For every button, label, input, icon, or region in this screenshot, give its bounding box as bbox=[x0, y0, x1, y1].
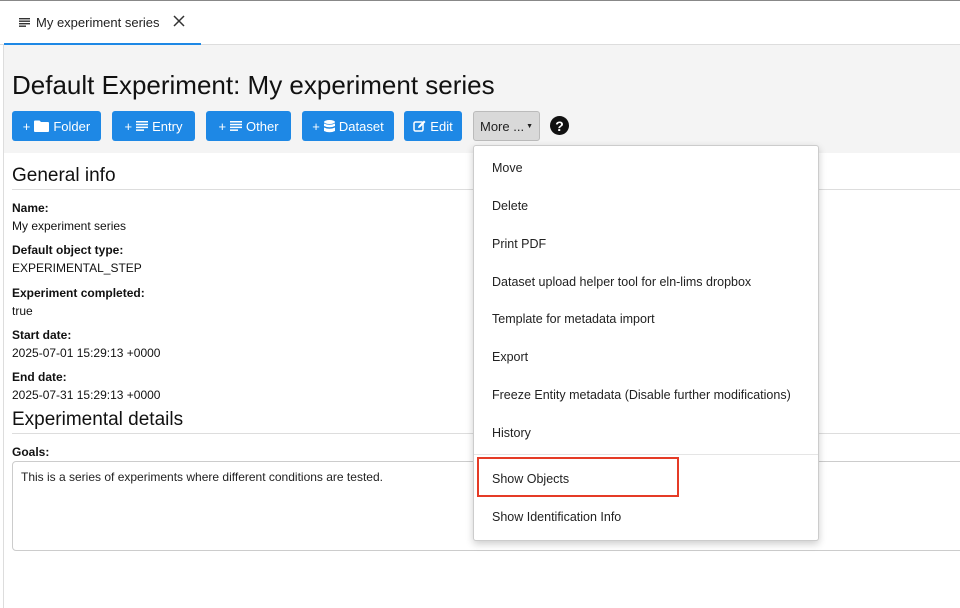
general-info-title: General info bbox=[12, 165, 116, 186]
more-dropdown-button[interactable]: More ... ▼ bbox=[473, 111, 540, 141]
edit-button[interactable]: Edit bbox=[404, 111, 462, 141]
add-entry-button[interactable]: + Entry bbox=[112, 111, 195, 141]
list-icon bbox=[136, 121, 149, 131]
menu-item-dataset-upload-helper[interactable]: Dataset upload helper tool for eln-lims … bbox=[492, 275, 751, 289]
menu-item-delete[interactable]: Delete bbox=[492, 199, 528, 213]
default-object-type-value: EXPERIMENTAL_STEP bbox=[12, 261, 142, 275]
more-button-label: More ... bbox=[479, 118, 525, 134]
menu-item-template-metadata-import[interactable]: Template for metadata import bbox=[492, 312, 655, 326]
menu-item-export[interactable]: Export bbox=[492, 350, 528, 364]
list-icon bbox=[19, 18, 30, 27]
plus-icon: + bbox=[218, 118, 227, 134]
end-date-label: End date: bbox=[12, 370, 67, 384]
menu-divider bbox=[474, 454, 818, 455]
entry-button-label: Entry bbox=[152, 118, 183, 134]
list-icon bbox=[230, 121, 243, 131]
experiment-completed-value: true bbox=[12, 304, 33, 318]
default-object-type-label: Default object type: bbox=[12, 243, 124, 257]
plus-icon: + bbox=[312, 118, 320, 134]
tab-label: My experiment series bbox=[36, 15, 160, 30]
plus-icon: + bbox=[22, 118, 31, 134]
dataset-button-label: Dataset bbox=[338, 118, 384, 134]
menu-item-move[interactable]: Move bbox=[492, 161, 523, 175]
show-objects-highlight-box bbox=[477, 457, 679, 497]
caret-down-icon: ▼ bbox=[526, 122, 533, 130]
plus-icon: + bbox=[124, 118, 133, 134]
goals-text: This is a series of experiments where di… bbox=[21, 470, 383, 484]
database-icon bbox=[323, 119, 335, 132]
tab-bar: My experiment series bbox=[0, 0, 960, 45]
add-dataset-button[interactable]: + Dataset bbox=[302, 111, 394, 141]
menu-item-freeze-entity[interactable]: Freeze Entity metadata (Disable further … bbox=[492, 388, 791, 402]
start-date-value: 2025-07-01 15:29:13 +0000 bbox=[12, 346, 161, 360]
menu-item-history[interactable]: History bbox=[492, 426, 531, 440]
other-button-label: Other bbox=[246, 118, 279, 134]
end-date-value: 2025-07-31 15:29:13 +0000 bbox=[12, 388, 161, 402]
tab-my-experiment-series[interactable]: My experiment series bbox=[4, 2, 201, 45]
close-icon[interactable] bbox=[171, 13, 187, 29]
menu-item-show-identification-info[interactable]: Show Identification Info bbox=[492, 510, 621, 524]
add-other-button[interactable]: + Other bbox=[206, 111, 291, 141]
add-folder-button[interactable]: + Folder bbox=[12, 111, 101, 141]
edit-icon bbox=[413, 120, 426, 132]
name-value: My experiment series bbox=[12, 219, 127, 233]
experimental-details-title: Experimental details bbox=[12, 409, 184, 430]
start-date-label: Start date: bbox=[12, 328, 72, 342]
name-label: Name: bbox=[12, 201, 49, 215]
menu-item-print-pdf[interactable]: Print PDF bbox=[492, 237, 546, 251]
edit-button-label: Edit bbox=[430, 118, 453, 134]
folder-button-label: Folder bbox=[53, 118, 91, 134]
folder-icon bbox=[34, 120, 50, 132]
goals-label: Goals: bbox=[12, 445, 50, 459]
help-icon[interactable]: ? bbox=[550, 116, 569, 135]
page-title: Default Experiment: My experiment series bbox=[12, 70, 495, 100]
experiment-completed-label: Experiment completed: bbox=[12, 286, 145, 300]
